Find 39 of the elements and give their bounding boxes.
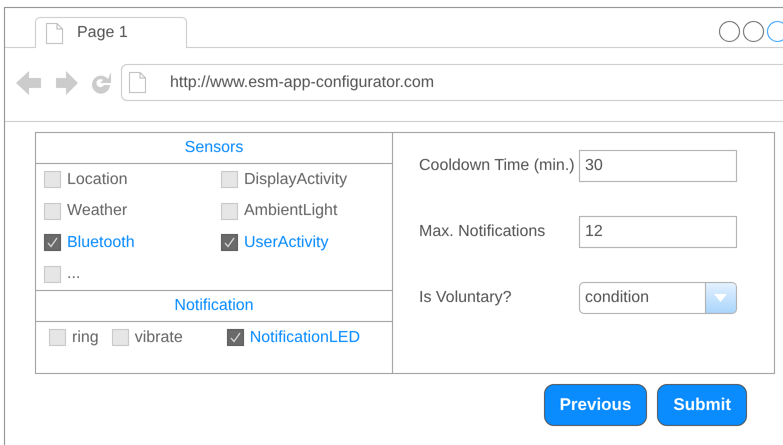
checkbox[interactable] [221,202,238,220]
field-label: Cooldown Time (min.) [419,156,576,176]
url-text: http://www.esm-app-configurator.com [170,74,434,92]
field-label: Max. Notifications [419,222,546,242]
checkbox[interactable] [44,171,61,188]
checkbox[interactable] [49,329,66,346]
checkbox[interactable] [44,202,61,220]
section-header: Sensors [36,133,392,164]
address-bar[interactable]: http://www.esm-app-configurator.com [121,64,783,101]
page-icon [46,22,63,44]
window-control-icon[interactable] [719,21,740,42]
checkbox[interactable] [112,329,129,346]
checkbox-label: Bluetooth [67,234,135,252]
checkbox-label: Weather [67,202,128,220]
checkbox-label: ring [72,328,99,346]
tab-title: Page 1 [77,24,128,42]
window-control-icon[interactable] [743,21,764,42]
checkbox[interactable] [221,234,238,251]
browser-tab[interactable]: Page 1 [35,17,187,48]
checkbox-label: AmbientLight [244,202,338,220]
checkbox-label: DisplayActivity [244,170,348,188]
input-field[interactable]: 30 [579,150,737,182]
input-field[interactable]: 12 [579,216,737,248]
section-header: Notification [36,291,392,322]
forward-arrow-icon[interactable] [55,70,79,96]
field-label: Is Voluntary? [419,288,512,308]
dropdown[interactable]: condition [579,282,737,314]
checkbox-label: ... [67,265,80,283]
checkbox[interactable] [221,171,238,188]
page-icon [129,72,146,93]
checkbox[interactable] [44,234,61,251]
checkbox[interactable] [44,266,61,282]
checkbox-label: vibrate [134,328,183,346]
reload-icon[interactable] [89,70,113,94]
checkbox-label: NotificationLED [250,328,360,346]
window-control-icon[interactable] [767,21,783,42]
checkbox-label: Location [67,170,128,188]
checkbox-label: UserActivity [244,234,328,252]
checkbox[interactable] [226,329,244,346]
